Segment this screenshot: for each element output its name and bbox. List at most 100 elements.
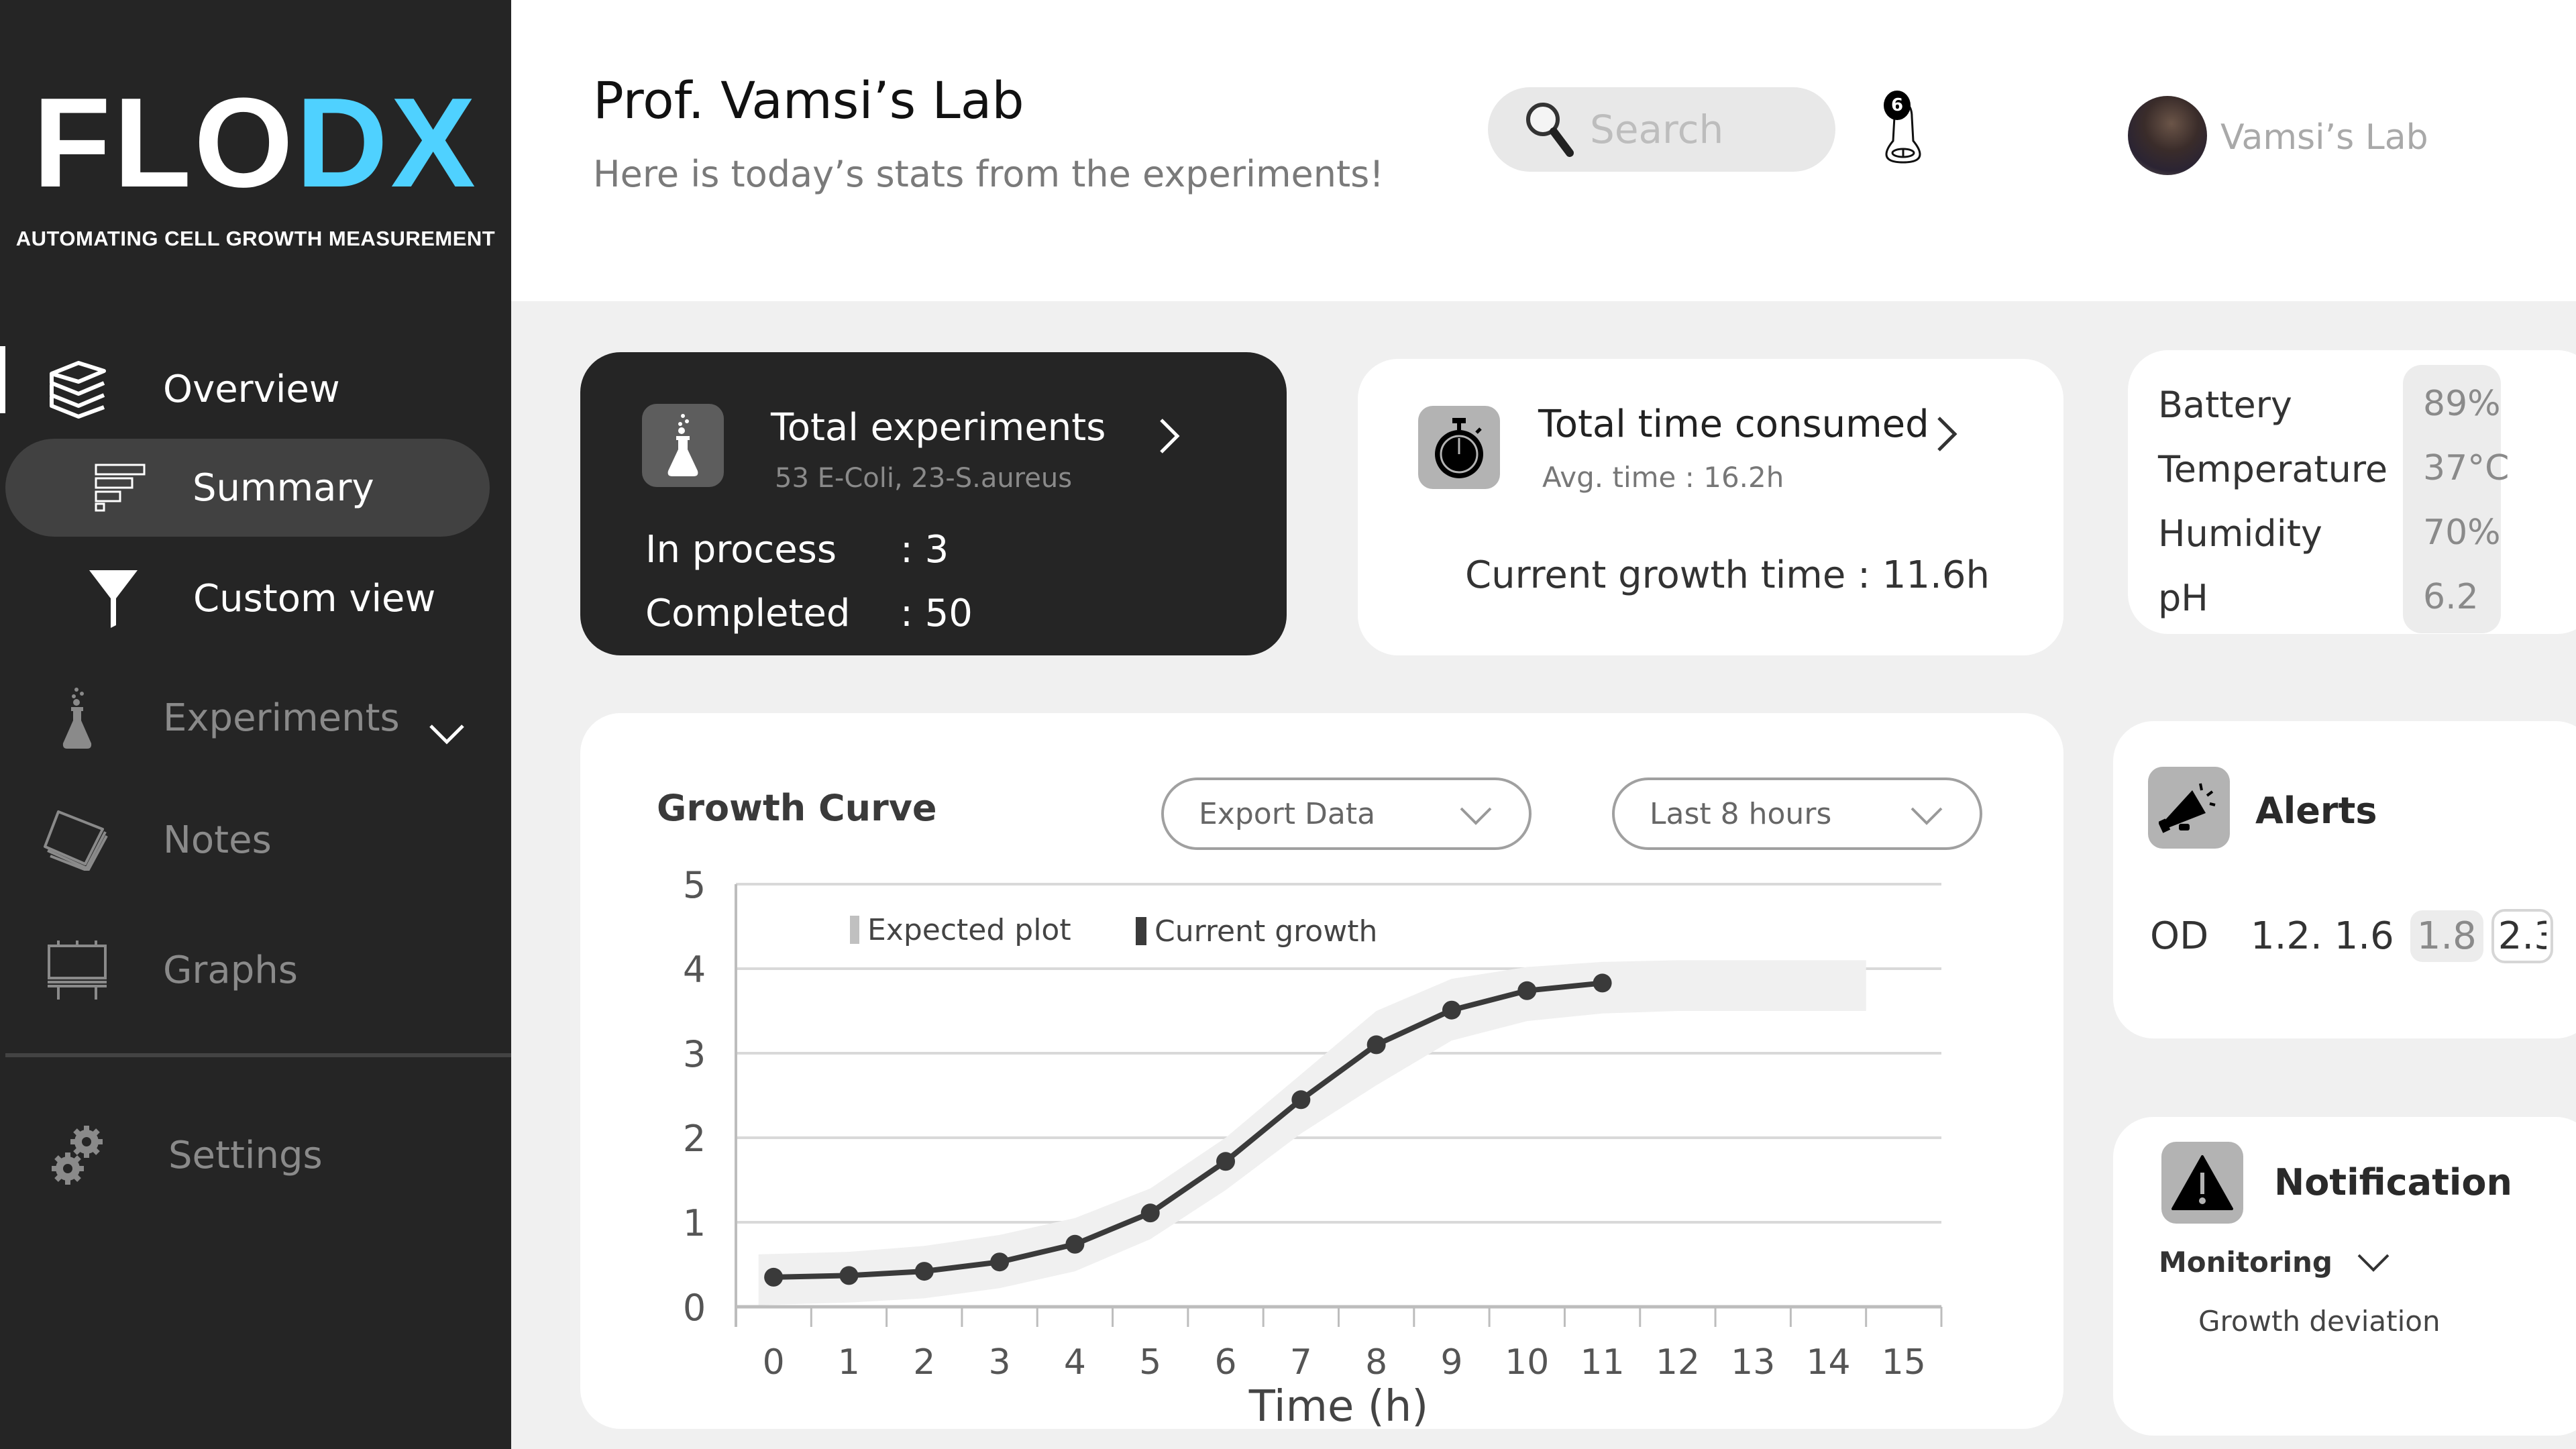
- temperature-value: 37°C: [2423, 448, 2510, 488]
- search-input[interactable]: [1590, 107, 1811, 152]
- sidebar-item-settings[interactable]: Settings: [0, 1115, 511, 1195]
- total-time-card[interactable]: Total time consumed Avg. time : 16.2h Cu…: [1358, 359, 2063, 655]
- x-tick-label: 4: [1064, 1342, 1086, 1383]
- od-row: OD 1.2. 1.6 1.8: [2150, 902, 2553, 969]
- sidebar-item-summary[interactable]: Summary: [0, 447, 511, 528]
- data-point: [914, 1262, 934, 1281]
- y-tick-label: 0: [683, 1287, 706, 1329]
- monitoring-dropdown[interactable]: Monitoring: [2159, 1246, 2390, 1279]
- logo: FLODX AUTOMATING CELL GROWTH MEASUREMENT: [0, 79, 511, 251]
- logo-wordmark: FLODX: [0, 79, 511, 207]
- notification-count-badge: 6: [1884, 91, 1911, 120]
- notification-title: Notification: [2274, 1161, 2512, 1203]
- data-point: [1065, 1234, 1085, 1254]
- card-title: Total experiments: [771, 406, 1106, 449]
- alerts-title: Alerts: [2255, 790, 2377, 832]
- notification-item: Growth deviation: [2198, 1305, 2440, 1338]
- x-tick-label: 13: [1731, 1342, 1775, 1383]
- x-axis-title: Time (h): [1248, 1382, 1428, 1429]
- od-label: OD: [2150, 914, 2209, 958]
- sidebar-item-label: Graphs: [163, 948, 298, 992]
- x-tick-label: 10: [1505, 1342, 1549, 1383]
- x-tick-label: 9: [1440, 1342, 1462, 1383]
- x-tick-label: 3: [989, 1342, 1011, 1383]
- data-point: [1442, 1000, 1461, 1020]
- total-experiments-card[interactable]: Total experiments 53 E-Coli, 23-S.aureus…: [580, 352, 1287, 655]
- x-tick-label: 1: [838, 1342, 860, 1383]
- ph-value: 6.2: [2423, 577, 2479, 617]
- card-title: Total time consumed: [1538, 402, 1929, 446]
- funnel-icon: [76, 565, 150, 632]
- od-highlight-value: 1.8: [2410, 910, 2483, 962]
- chevron-down-icon: [2357, 1254, 2390, 1272]
- sidebar-item-experiments[interactable]: Experiments: [0, 678, 511, 758]
- current-growth-time: Current growth time : 11.6h: [1465, 553, 1990, 597]
- x-tick-label: 2: [913, 1342, 935, 1383]
- x-tick-label: 12: [1656, 1342, 1700, 1383]
- sidebar-divider: [5, 1053, 511, 1057]
- stack-icon: [40, 356, 114, 423]
- x-tick-label: 7: [1290, 1342, 1312, 1383]
- data-point: [1140, 1203, 1160, 1223]
- sidebar-item-label: Custom view: [193, 576, 436, 621]
- monitoring-label: Monitoring: [2159, 1246, 2332, 1279]
- sidebar-item-label: Overview: [163, 367, 340, 411]
- y-tick-label: 4: [683, 949, 706, 991]
- x-tick-label: 0: [763, 1342, 785, 1383]
- sidebar-item-custom-view[interactable]: Custom view: [0, 558, 511, 639]
- data-point: [839, 1266, 859, 1285]
- sidebar-item-notes[interactable]: Notes: [0, 800, 511, 880]
- x-tick-label: 6: [1214, 1342, 1236, 1383]
- growth-curve-chart: 0123450 1 2 3 4 5 6 7 8 9 10 11 12 13 14 15Time (h)Expe…: [683, 864, 1943, 1429]
- y-tick-label: 2: [683, 1118, 706, 1160]
- avatar[interactable]: [2128, 96, 2207, 175]
- sidebar-item-overview[interactable]: Overview: [0, 349, 511, 745]
- in-process-row: In process : 3: [645, 528, 949, 572]
- flask-icon: [642, 404, 724, 487]
- data-point: [1291, 1090, 1311, 1110]
- chevron-right-icon[interactable]: [1157, 416, 1181, 459]
- x-tick-label: 15: [1882, 1342, 1926, 1383]
- od-threshold-input[interactable]: [2491, 908, 2553, 963]
- row-label: In process: [645, 528, 837, 572]
- sidebar-item-label: Experiments: [163, 696, 400, 740]
- logo-part2: DX: [295, 72, 478, 214]
- search-icon: [1523, 99, 1576, 160]
- row-label: Completed: [645, 592, 851, 635]
- data-point: [764, 1267, 784, 1287]
- humidity-label: Humidity: [2158, 513, 2322, 555]
- warning-icon: [2161, 1142, 2243, 1224]
- battery-value: 89%: [2423, 384, 2501, 424]
- sidebar-item-graphs[interactable]: Graphs: [0, 930, 511, 1010]
- x-tick-label: 8: [1365, 1342, 1387, 1383]
- sidebar-item-label: Summary: [193, 466, 374, 510]
- page-title: Prof. Vamsi’s Lab: [593, 70, 1024, 130]
- sidebar-item-label: Notes: [163, 818, 272, 862]
- sidebar-item-label: Settings: [168, 1133, 323, 1177]
- ph-label: pH: [2158, 577, 2208, 619]
- notification-card: Notification Monitoring Growth deviation: [2113, 1117, 2576, 1436]
- temperature-label: Temperature: [2158, 448, 2388, 490]
- page-subtitle: Here is today’s stats from the experimen…: [593, 153, 1384, 195]
- megaphone-icon: [2148, 767, 2230, 849]
- humidity-value: 70%: [2423, 513, 2501, 553]
- x-tick-label: 5: [1139, 1342, 1161, 1383]
- bar-list-icon: [83, 454, 157, 521]
- gears-icon: [42, 1122, 115, 1189]
- billboard-icon: [40, 936, 114, 1004]
- user-name[interactable]: Vamsi’s Lab: [2220, 117, 2428, 158]
- card-subtitle: Avg. time : 16.2h: [1542, 461, 1784, 494]
- row-value: : 50: [900, 592, 973, 635]
- stopwatch-icon: [1418, 406, 1500, 489]
- notes-icon: [40, 806, 114, 873]
- chevron-right-icon[interactable]: [1935, 414, 1959, 457]
- completed-row: Completed : 50: [645, 592, 973, 635]
- legend-label-current: Current growth: [1155, 914, 1377, 949]
- alerts-card: Alerts OD 1.2. 1.6 1.8: [2113, 721, 2576, 1038]
- search-box[interactable]: [1488, 87, 1835, 172]
- data-point: [990, 1252, 1010, 1272]
- y-tick-label: 3: [683, 1033, 706, 1075]
- legend-swatch-current: [1136, 917, 1146, 945]
- data-point: [1517, 981, 1537, 1000]
- legend-label-expected: Expected plot: [867, 913, 1071, 947]
